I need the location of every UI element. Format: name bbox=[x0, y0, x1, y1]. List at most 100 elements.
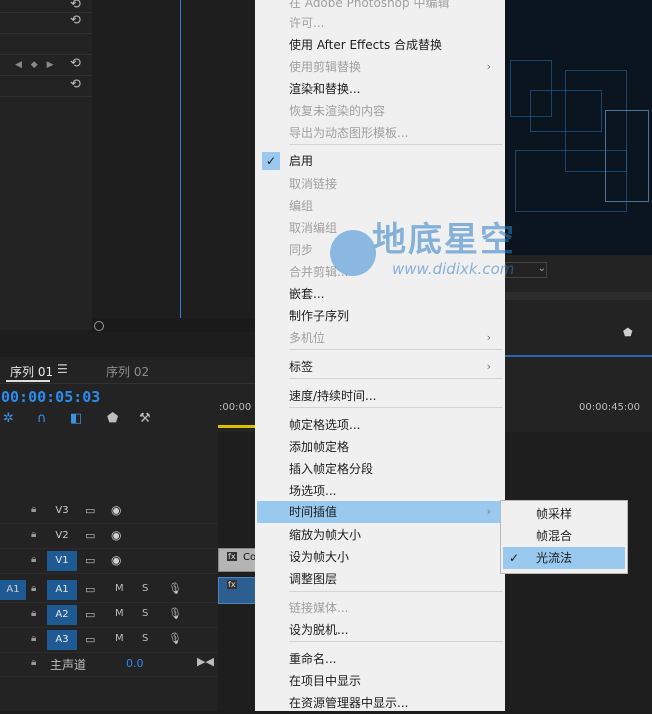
menu-item: 使用剪辑替换 › bbox=[257, 56, 503, 78]
menu-item-label: 使用 After Effects 合成替换 bbox=[289, 38, 443, 52]
track-target-a3[interactable]: A3 bbox=[47, 630, 77, 650]
lock-icon[interactable]: 🔒︎ bbox=[31, 554, 36, 565]
sync-lock-icon[interactable]: ▭ bbox=[85, 504, 95, 517]
menu-item[interactable]: 调整图层 bbox=[257, 568, 503, 590]
eye-icon[interactable]: ◉ bbox=[111, 553, 121, 567]
chevron-right-icon: › bbox=[486, 360, 491, 373]
menu-item-label: 使用剪辑替换 bbox=[289, 60, 362, 74]
menu-item[interactable]: 插入帧定格分段 bbox=[257, 458, 503, 480]
menu-item-label: 插入帧定格分段 bbox=[289, 462, 374, 476]
sync-lock-icon[interactable]: ▭ bbox=[85, 554, 95, 567]
track-target-a2[interactable]: A2 bbox=[47, 605, 77, 625]
microphone-icon[interactable]: 🎙︎ bbox=[168, 582, 182, 595]
zoom-level-dropdown[interactable]: ⌄ bbox=[505, 262, 547, 278]
menu-item-label: 速度/持续时间... bbox=[289, 389, 377, 403]
source-patch-a1[interactable]: A1 bbox=[0, 580, 26, 600]
effect-controls-timeline bbox=[92, 0, 255, 330]
monitor-scrollbar[interactable] bbox=[505, 292, 652, 300]
mute-button[interactable]: M bbox=[115, 608, 124, 619]
menu-item[interactable]: 制作子序列 bbox=[257, 305, 503, 327]
solo-button[interactable]: S bbox=[142, 633, 148, 644]
reset-parameter-icon[interactable]: ⟲ bbox=[70, 77, 81, 92]
track-target-v1[interactable]: V1 bbox=[47, 551, 77, 571]
menu-item[interactable]: 重命名... bbox=[257, 648, 503, 670]
menu-item[interactable]: 速度/持续时间... bbox=[257, 385, 503, 407]
menu-item-label: 场选项... bbox=[289, 484, 337, 498]
menu-separator bbox=[289, 407, 503, 408]
panel-menu-icon[interactable]: ☰ bbox=[57, 362, 68, 376]
menu-item[interactable]: 添加帧定格 bbox=[257, 436, 503, 458]
scroll-handle[interactable] bbox=[94, 321, 104, 331]
sync-lock-icon[interactable]: ▭ bbox=[85, 633, 95, 646]
track-target-a1[interactable]: A1 bbox=[47, 580, 77, 600]
mute-button[interactable]: M bbox=[115, 583, 124, 594]
track-target-v2[interactable]: V2 bbox=[47, 526, 77, 546]
microphone-icon[interactable]: 🎙︎ bbox=[168, 607, 182, 620]
menu-item[interactable]: 缩放为帧大小 bbox=[257, 524, 503, 546]
lock-icon[interactable]: 🔒︎ bbox=[31, 529, 36, 540]
video-clip[interactable]: fx Co bbox=[218, 548, 258, 572]
master-volume-value[interactable]: 0.0 bbox=[126, 657, 144, 670]
menu-item: 编组 bbox=[257, 195, 503, 217]
menu-item[interactable]: 标签 › bbox=[257, 356, 503, 378]
effect-controls-scrollbar[interactable] bbox=[92, 318, 255, 332]
lock-icon[interactable]: 🔒︎ bbox=[31, 583, 36, 594]
sync-lock-icon[interactable]: ▭ bbox=[85, 529, 95, 542]
sync-lock-icon[interactable]: ▭ bbox=[85, 608, 95, 621]
menu-item-label: 取消链接 bbox=[289, 177, 338, 191]
reset-parameter-icon[interactable]: ⟲ bbox=[70, 56, 81, 71]
reset-parameter-icon[interactable]: ⟲ bbox=[70, 0, 81, 12]
lock-icon[interactable]: 🔒︎ bbox=[31, 608, 36, 619]
add-marker-icon[interactable]: ⬟ bbox=[623, 326, 633, 339]
reset-parameter-icon[interactable]: ⟲ bbox=[70, 13, 81, 28]
menu-item[interactable]: 场选项... bbox=[257, 480, 503, 502]
lock-icon[interactable]: 🔒︎ bbox=[31, 633, 36, 644]
menu-item[interactable]: 使用 After Effects 合成替换 bbox=[257, 34, 503, 56]
menu-item: 取消链接 bbox=[257, 173, 503, 195]
solo-button[interactable]: S bbox=[142, 583, 148, 594]
add-marker-icon[interactable]: ⬟ bbox=[107, 411, 118, 426]
menu-item: 同步 bbox=[257, 239, 503, 261]
menu-item[interactable]: 嵌套... bbox=[257, 283, 503, 305]
menu-item-label: 嵌套... bbox=[289, 287, 325, 301]
menu-item[interactable]: 设为脱机... bbox=[257, 619, 503, 641]
menu-item[interactable]: 帧定格选项... bbox=[257, 414, 503, 436]
menu-separator bbox=[289, 591, 503, 592]
track-target-v3[interactable]: V3 bbox=[47, 501, 77, 521]
checkmark-icon: ✓ bbox=[509, 551, 520, 565]
audio-clip[interactable]: fx bbox=[218, 577, 258, 604]
menu-item[interactable]: 时间插值 › bbox=[257, 501, 503, 523]
nest-sequence-icon[interactable]: ✲ bbox=[3, 411, 14, 426]
menu-item[interactable]: ✓ 启用 bbox=[257, 150, 503, 172]
mute-button[interactable]: M bbox=[115, 633, 124, 644]
menu-item[interactable]: 设为帧大小 bbox=[257, 546, 503, 568]
go-to-end-icon[interactable]: ▶◀ bbox=[197, 655, 214, 668]
solo-button[interactable]: S bbox=[142, 608, 148, 619]
lock-icon[interactable]: 🔒︎ bbox=[31, 657, 36, 668]
menu-item-label: 调整图层 bbox=[289, 572, 338, 586]
submenu-item-label: 帧采样 bbox=[536, 507, 573, 521]
master-track-header: 🔒︎ 主声道 0.0 ▶◀ bbox=[0, 652, 218, 677]
tab-sequence-01[interactable]: 序列 01 bbox=[10, 363, 53, 380]
lock-icon[interactable]: 🔒︎ bbox=[31, 504, 36, 515]
wrench-icon[interactable]: ⚒ bbox=[139, 411, 151, 426]
tab-sequence-02[interactable]: 序列 02 bbox=[106, 363, 149, 380]
effect-controls-playhead[interactable] bbox=[180, 0, 181, 318]
linked-selection-icon[interactable]: ◧ bbox=[70, 411, 82, 426]
menu-item[interactable]: 在项目中显示 bbox=[257, 670, 503, 692]
eye-icon[interactable]: ◉ bbox=[111, 528, 121, 542]
submenu-item[interactable]: 帧混合 bbox=[503, 525, 625, 547]
playhead-timecode[interactable]: 00:00:05:03 bbox=[1, 388, 100, 406]
menu-item-label: 恢复未渲染的内容 bbox=[289, 104, 386, 118]
submenu-item[interactable]: 帧采样 bbox=[503, 503, 625, 525]
keyframe-navigator[interactable]: ◀ ◆ ▶ bbox=[15, 60, 57, 70]
microphone-icon[interactable]: 🎙︎ bbox=[168, 632, 182, 645]
track-header-a1: A1 🔒︎ A1 ▭ M S 🎙︎ bbox=[0, 578, 218, 603]
menu-item-label: 渲染和替换... bbox=[289, 82, 361, 96]
menu-item[interactable]: 渲染和替换... bbox=[257, 78, 503, 100]
submenu-item[interactable]: ✓ 光流法 bbox=[503, 547, 625, 569]
work-area-bar[interactable] bbox=[218, 425, 258, 428]
snap-magnet-icon[interactable]: ∩ bbox=[37, 411, 47, 426]
eye-icon[interactable]: ◉ bbox=[111, 503, 121, 517]
sync-lock-icon[interactable]: ▭ bbox=[85, 583, 95, 596]
